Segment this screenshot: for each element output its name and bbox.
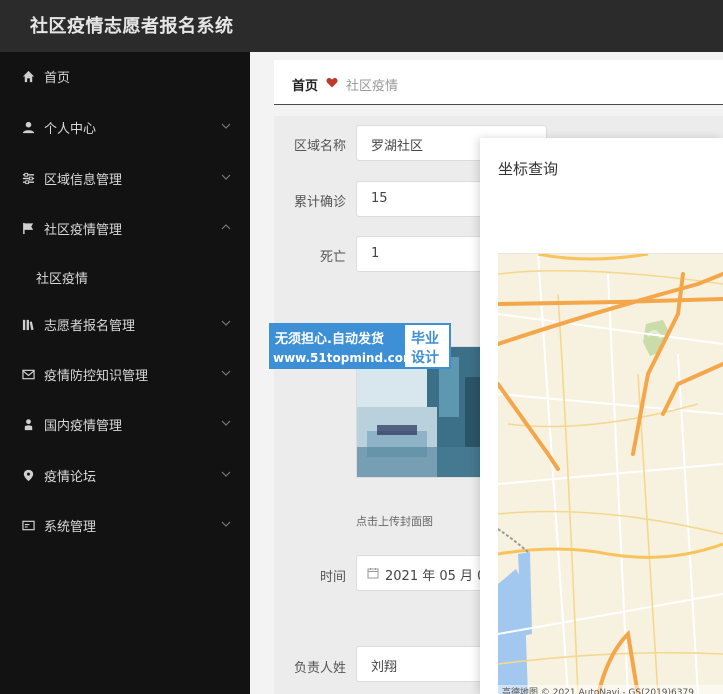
sidebar-item-volunteer-signup[interactable]: 志愿者报名管理 bbox=[0, 303, 250, 347]
sidebar-item-system-mgmt[interactable]: 系统管理 bbox=[0, 504, 250, 548]
breadcrumb: 首页 社区疫情 bbox=[274, 60, 723, 105]
sidebar-item-home[interactable]: 首页 bbox=[0, 55, 250, 99]
app-title: 社区疫情志愿者报名系统 bbox=[30, 16, 234, 37]
watermark-url: www.51topmind.com bbox=[273, 351, 416, 365]
sidebar-item-label: 疫情论坛 bbox=[44, 470, 97, 485]
chevron-down-icon bbox=[221, 174, 231, 180]
region-name-label: 区域名称 bbox=[293, 139, 346, 154]
chevron-up-icon bbox=[221, 224, 231, 230]
sidebar-item-prevention-knowledge[interactable]: 疫情防控知识管理 bbox=[0, 353, 250, 397]
flag-icon bbox=[23, 222, 34, 235]
sidebar-item-label: 系统管理 bbox=[44, 520, 97, 535]
heart-icon bbox=[326, 78, 338, 88]
app-header: 社区疫情志愿者报名系统 bbox=[0, 0, 723, 52]
time-label: 时间 bbox=[319, 570, 346, 585]
watermark-badge: 毕业 设计 bbox=[405, 325, 449, 367]
watermark: 无须担心.自动发货 www.51topmind.com 毕业 设计 bbox=[269, 323, 451, 369]
cover-upload-hint: 点击上传封面图 bbox=[356, 515, 433, 528]
sidebar-item-community-epidemic-mgmt[interactable]: 社区疫情管理 bbox=[0, 207, 250, 251]
home-icon bbox=[22, 70, 35, 83]
chevron-down-icon bbox=[221, 320, 231, 326]
person-icon bbox=[24, 419, 33, 431]
card-icon bbox=[22, 520, 35, 531]
chevron-down-icon bbox=[221, 420, 231, 426]
sidebar: 首页 个人中心 区域信息管理 社区疫情管理 社区疫情 志愿者报名管理 疫情防控知… bbox=[0, 52, 250, 694]
confirmed-label: 累计确诊 bbox=[293, 195, 346, 210]
sidebar-item-label: 个人中心 bbox=[44, 122, 97, 137]
sidebar-item-label: 国内疫情管理 bbox=[44, 419, 123, 434]
sidebar-item-label: 区域信息管理 bbox=[44, 173, 123, 188]
deaths-label: 死亡 bbox=[319, 250, 346, 265]
time-value: 2021 年 05 月 08 bbox=[385, 569, 494, 584]
dialog-title: 坐标查询 bbox=[498, 160, 559, 178]
chevron-down-icon bbox=[221, 370, 231, 376]
coordinate-dialog: 坐标查询 高德地图 © 2021 AutoNavi - GS(2019)6379 bbox=[480, 138, 723, 694]
sidebar-item-personal-center[interactable]: 个人中心 bbox=[0, 106, 250, 150]
sidebar-subitem-label: 社区疫情 bbox=[36, 272, 89, 287]
sidebar-item-label: 志愿者报名管理 bbox=[44, 319, 136, 334]
mail-icon bbox=[22, 369, 35, 380]
watermark-text: 无须担心.自动发货 bbox=[275, 332, 384, 347]
chevron-down-icon bbox=[221, 521, 231, 527]
sidebar-item-forum[interactable]: 疫情论坛 bbox=[0, 454, 250, 498]
chevron-down-icon bbox=[221, 123, 231, 129]
chevron-down-icon bbox=[221, 471, 231, 477]
sliders-icon bbox=[22, 172, 35, 185]
calendar-icon bbox=[367, 568, 379, 579]
map-attribution: 高德地图 © 2021 AutoNavi - GS(2019)6379 bbox=[498, 685, 723, 694]
sidebar-item-domestic-epidemic[interactable]: 国内疫情管理 bbox=[0, 403, 250, 447]
breadcrumb-current: 社区疫情 bbox=[346, 79, 399, 94]
user-icon bbox=[22, 121, 35, 134]
sidebar-item-label: 疫情防控知识管理 bbox=[44, 369, 149, 384]
manager-name-label: 负责人姓 bbox=[293, 661, 346, 676]
breadcrumb-home[interactable]: 首页 bbox=[292, 75, 318, 94]
bars-icon bbox=[22, 319, 34, 331]
map-tiles bbox=[498, 254, 723, 694]
location-icon bbox=[23, 469, 34, 482]
map-view[interactable]: 高德地图 © 2021 AutoNavi - GS(2019)6379 bbox=[498, 253, 723, 694]
sidebar-item-region-info[interactable]: 区域信息管理 bbox=[0, 157, 250, 201]
sidebar-item-label: 社区疫情管理 bbox=[44, 223, 123, 238]
sidebar-subitem-community-epidemic[interactable]: 社区疫情 bbox=[0, 256, 250, 296]
sidebar-item-label: 首页 bbox=[44, 71, 71, 86]
